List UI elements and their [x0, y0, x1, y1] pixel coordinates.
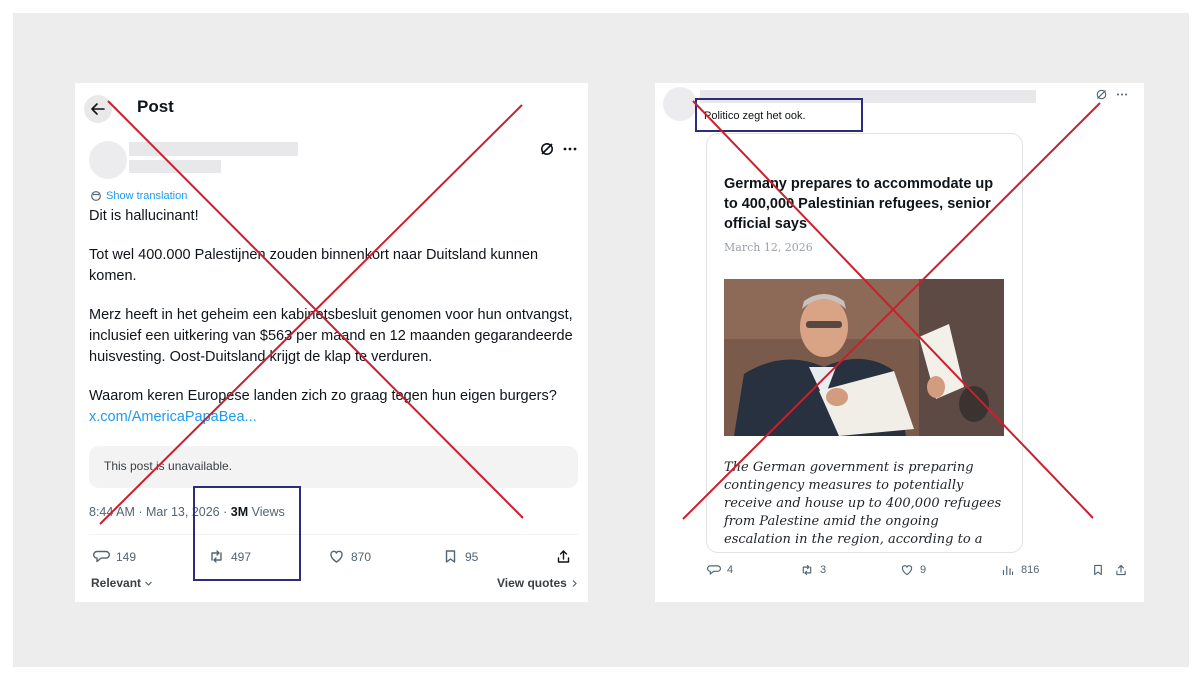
author-name-redacted[interactable] [129, 142, 298, 156]
bookmark-button[interactable]: 95 [442, 548, 478, 565]
author-handle-redacted[interactable] [129, 160, 221, 173]
reply-count: 4 [727, 564, 734, 576]
heart-icon [330, 550, 343, 563]
share-button[interactable] [1114, 563, 1128, 577]
reply-count: 149 [116, 549, 137, 564]
show-translation-link[interactable]: Show translation [90, 190, 187, 202]
views-button[interactable]: 816 [1001, 563, 1039, 577]
article-photo [724, 279, 1004, 436]
more-options-button[interactable] [1116, 88, 1128, 101]
chevron-right-icon [572, 579, 577, 587]
post-screenshot-right: Politico zegt het ook. Germany prepares … [655, 83, 1144, 602]
slash-circle-icon [541, 143, 553, 155]
grok-button[interactable] [1095, 88, 1108, 101]
share-icon [557, 550, 570, 563]
more-horizontal-icon [563, 147, 577, 151]
show-translation-label: Show translation [106, 190, 188, 202]
unavailable-quote-box: This post is unavailable. [89, 446, 578, 488]
bar-chart-icon [1002, 565, 1014, 576]
view-quotes-link[interactable]: View quotes [497, 576, 579, 590]
sort-replies-dropdown[interactable]: Relevant [91, 576, 153, 590]
like-count: 870 [351, 549, 372, 564]
unavailable-text: This post is unavailable. [104, 459, 233, 473]
divider [89, 534, 578, 535]
repost-count: 3 [820, 564, 827, 576]
chevron-down-icon [145, 581, 152, 586]
post-paragraph: Merz heeft in het geheim een kabinetsbes… [89, 307, 573, 365]
article-card[interactable]: Germany prepares to accommodate up to 40… [706, 133, 1023, 553]
page-title: Post [137, 97, 174, 116]
arrow-left-icon [91, 103, 105, 115]
post-body: Dit is hallucinant! Tot wel 400.000 Pale… [89, 206, 581, 428]
grok-button[interactable] [539, 141, 555, 157]
slash-circle-icon [1096, 89, 1107, 100]
bookmark-button[interactable] [1091, 563, 1105, 577]
repost-icon [802, 564, 812, 576]
highlight-box [695, 98, 863, 132]
reply-icon [93, 550, 110, 563]
article-excerpt: The German government is preparing conti… [724, 460, 1002, 547]
views-count: 816 [1021, 564, 1040, 576]
translate-icon [91, 191, 101, 201]
article-image [724, 279, 1004, 436]
reply-button[interactable]: 149 [93, 548, 136, 565]
bookmark-icon [1094, 564, 1102, 576]
article-date: March 12, 2026 [724, 241, 813, 254]
repost-button[interactable]: 3 [800, 563, 826, 577]
sort-label: Relevant [91, 576, 142, 590]
like-button[interactable]: 9 [900, 563, 926, 577]
like-count: 9 [920, 564, 927, 576]
more-options-button[interactable] [563, 141, 577, 157]
post-link[interactable]: x.com/AmericaPapaBea... [89, 407, 581, 428]
reply-icon [707, 565, 721, 575]
post-paragraph: Waarom keren Europese landen zich zo gra… [89, 388, 557, 404]
reply-button[interactable]: 4 [707, 563, 733, 577]
view-quotes-label: View quotes [497, 576, 567, 590]
bookmark-icon [445, 550, 456, 563]
like-button[interactable]: 870 [328, 548, 371, 565]
more-horizontal-icon [1116, 93, 1128, 96]
avatar[interactable] [663, 87, 697, 121]
share-button[interactable] [555, 548, 572, 565]
article-title: Germany prepares to accommodate up to 40… [724, 176, 994, 232]
bookmark-count: 95 [465, 549, 479, 564]
heart-icon [901, 565, 913, 576]
post-screenshot-left: Post Show translation Dit is hallucinant… [75, 83, 588, 602]
highlight-box [193, 486, 301, 581]
back-button[interactable] [84, 95, 112, 123]
avatar[interactable] [89, 141, 127, 179]
post-paragraph: Dit is hallucinant! [89, 208, 199, 224]
share-icon [1116, 564, 1126, 576]
post-paragraph: Tot wel 400.000 Palestijnen zouden binne… [89, 247, 539, 284]
